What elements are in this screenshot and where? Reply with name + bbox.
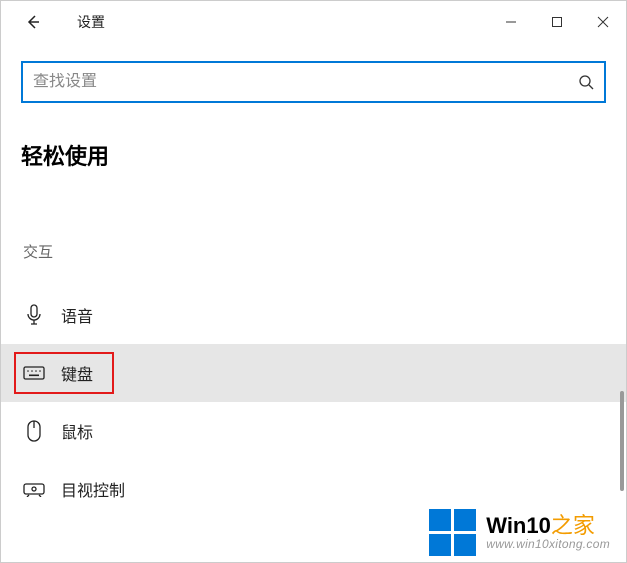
- titlebar: 设置: [1, 1, 626, 43]
- content-area: 轻松使用 交互 语音 键盘 鼠标 目视控制: [1, 43, 626, 518]
- watermark-text: Win10之家 www.win10xitong.com: [486, 514, 610, 551]
- mouse-icon: [23, 420, 45, 442]
- minimize-button[interactable]: [488, 4, 534, 40]
- back-button[interactable]: [17, 6, 49, 38]
- search-icon[interactable]: [578, 74, 594, 90]
- list-item-label: 目视控制: [61, 477, 125, 501]
- microphone-icon: [23, 304, 45, 326]
- list-item-label: 语音: [61, 303, 93, 327]
- maximize-icon: [551, 16, 563, 28]
- page-title: 轻松使用: [21, 139, 606, 171]
- close-icon: [597, 16, 609, 28]
- minimize-icon: [505, 16, 517, 28]
- list-item-speech[interactable]: 语音: [1, 286, 626, 344]
- maximize-button[interactable]: [534, 4, 580, 40]
- scrollbar[interactable]: [620, 391, 624, 491]
- keyboard-icon: [23, 365, 45, 381]
- watermark: Win10之家 www.win10xitong.com: [429, 509, 610, 556]
- list-item-label: 鼠标: [61, 419, 93, 443]
- arrow-left-icon: [25, 14, 41, 30]
- list-item-keyboard[interactable]: 键盘: [1, 344, 626, 402]
- list-item-label: 键盘: [61, 361, 93, 385]
- window-controls: [488, 4, 626, 40]
- section-label: 交互: [21, 241, 606, 262]
- search-box[interactable]: [21, 61, 606, 103]
- eye-control-icon: [23, 481, 45, 497]
- windows-logo-icon: [429, 509, 476, 556]
- list-item-mouse[interactable]: 鼠标: [1, 402, 626, 460]
- search-input[interactable]: [33, 73, 578, 91]
- close-button[interactable]: [580, 4, 626, 40]
- settings-list: 语音 键盘 鼠标 目视控制: [1, 286, 626, 518]
- window-title: 设置: [77, 12, 105, 32]
